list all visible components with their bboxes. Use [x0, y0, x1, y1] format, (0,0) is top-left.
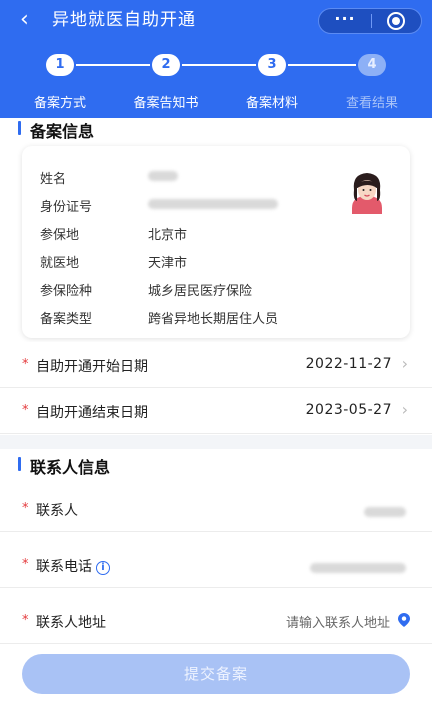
info-key: 姓名	[40, 172, 67, 187]
capsule-divider	[371, 14, 372, 28]
progress-steps: 1 2 3 4 备案方式 备案告知书 备案材料 查看结果	[0, 52, 432, 112]
id-value-redacted	[148, 196, 278, 211]
phone-label-text: 联系电话	[36, 559, 92, 575]
info-key: 备案类型	[40, 312, 93, 327]
contact-name-redacted	[364, 504, 406, 520]
filing-info-card: 姓名 身份证号 参保地 北京市 就医地 天津市 参保险种 城乡居民医疗保险 备案…	[22, 146, 410, 338]
end-date-row[interactable]: * 自助开通结束日期 2023-05-27 ›	[0, 388, 432, 434]
avatar	[344, 168, 390, 214]
required-mark: *	[22, 403, 29, 418]
contact-address-row[interactable]: * 联系人地址 请输入联系人地址	[0, 598, 432, 644]
contact-address-label: 联系人地址	[36, 615, 106, 631]
step-1-number: 1	[46, 54, 74, 76]
start-date-value: 2022-11-27	[305, 356, 392, 372]
contact-phone-label: 联系电话 i	[36, 556, 110, 576]
page-title: 异地就医自助开通	[52, 10, 196, 30]
chevron-right-icon: ›	[401, 354, 408, 373]
info-value: 跨省异地长期居住人员	[148, 312, 279, 327]
section-gap	[0, 435, 432, 449]
form-sheet: 备案信息 姓名 身份证号 参保地 北京市 就医地 天津市 参保险种 城乡居民医疗…	[0, 118, 432, 719]
start-date-row[interactable]: * 自助开通开始日期 2022-11-27 ›	[0, 342, 432, 388]
required-mark: *	[22, 357, 29, 372]
start-date-label: 自助开通开始日期	[36, 359, 148, 375]
info-key: 参保地	[40, 228, 80, 243]
step-connector-1	[76, 64, 150, 66]
step-2-label: 备案告知书	[133, 96, 199, 111]
info-key: 就医地	[40, 256, 80, 271]
step-4-label: 查看结果	[345, 96, 398, 111]
end-date-label: 自助开通结束日期	[36, 405, 148, 421]
step-1-label: 备案方式	[33, 96, 86, 111]
filing-info-heading: 备案信息	[18, 118, 94, 142]
info-key: 身份证号	[40, 200, 93, 215]
step-connector-3	[288, 64, 356, 66]
address-input[interactable]: 请输入联系人地址	[286, 612, 390, 631]
chevron-right-icon: ›	[401, 400, 408, 419]
close-target-icon[interactable]	[387, 12, 405, 30]
contact-name-label: 联系人	[36, 503, 78, 519]
submit-filing-button[interactable]: 提交备案	[22, 654, 410, 694]
name-value-redacted	[148, 168, 178, 183]
step-3-number: 3	[258, 54, 286, 76]
contact-name-row[interactable]: * 联系人	[0, 486, 432, 532]
required-mark: *	[22, 557, 29, 572]
more-menu-button[interactable]: ···	[319, 9, 371, 33]
contact-phone-row[interactable]: * 联系电话 i	[0, 542, 432, 588]
contact-info-heading: 联系人信息	[18, 454, 110, 478]
required-mark: *	[22, 613, 29, 628]
step-2-number: 2	[152, 54, 180, 76]
info-icon[interactable]: i	[96, 561, 110, 575]
end-date-value: 2023-05-27	[305, 402, 392, 418]
miniapp-capsule: ···	[318, 8, 422, 34]
info-value: 城乡居民医疗保险	[148, 284, 253, 299]
required-mark: *	[22, 501, 29, 516]
contact-phone-redacted	[310, 560, 406, 576]
step-3-label: 备案材料	[245, 96, 298, 111]
info-value: 北京市	[148, 228, 188, 243]
app-header: ‹ 异地就医自助开通 ··· 1 2 3 4 备案方式 备案告知书 备案材料 查…	[0, 0, 432, 118]
info-key: 参保险种	[40, 284, 93, 299]
location-pin-icon[interactable]	[398, 613, 410, 627]
info-value: 天津市	[148, 256, 188, 271]
step-connector-2	[182, 64, 256, 66]
chevron-left-icon[interactable]: ‹	[20, 6, 29, 34]
step-4-number: 4	[358, 54, 386, 76]
